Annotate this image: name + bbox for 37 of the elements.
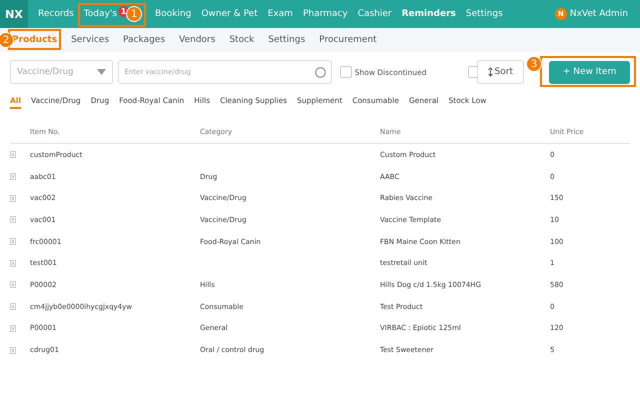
sort-button[interactable]: Sort bbox=[476, 60, 524, 84]
image-placeholder-icon bbox=[10, 216, 16, 224]
image-placeholder-icon bbox=[10, 151, 16, 158]
nav-link[interactable]: Reminders bbox=[402, 9, 456, 19]
image-placeholder-icon bbox=[10, 324, 16, 332]
image-placeholder-icon bbox=[10, 303, 16, 310]
nav-link[interactable]: Cashier bbox=[358, 9, 392, 19]
user-name[interactable]: NxVet Admin bbox=[570, 9, 628, 19]
spinner-icon bbox=[314, 66, 326, 78]
logo[interactable]: NX bbox=[0, 0, 28, 28]
step-marker: 3 bbox=[526, 56, 542, 72]
nav-link[interactable]: Booking bbox=[155, 9, 192, 19]
checkbox[interactable] bbox=[340, 66, 352, 78]
image-placeholder-icon bbox=[10, 173, 16, 180]
image-placeholder-icon bbox=[10, 346, 16, 354]
new-item-button[interactable]: + New Item bbox=[549, 60, 630, 84]
sub-tab[interactable]: Packages bbox=[123, 35, 166, 45]
highlight-frame bbox=[78, 3, 146, 27]
nav-link[interactable]: Today's bbox=[84, 9, 117, 19]
nav-link[interactable]: Exam bbox=[268, 9, 293, 19]
nav-link[interactable]: Pharmacy bbox=[302, 9, 348, 19]
image-placeholder-icon bbox=[10, 194, 16, 202]
sub-tab[interactable]: Vendors bbox=[179, 35, 216, 45]
nav-link[interactable]: Settings bbox=[466, 9, 503, 19]
caret-icon bbox=[97, 69, 106, 75]
type-select[interactable]: Vaccine/Drug bbox=[10, 60, 114, 84]
sub-tab[interactable]: Stock bbox=[229, 35, 254, 45]
image-placeholder-icon bbox=[10, 238, 16, 246]
image-placeholder-icon bbox=[10, 260, 16, 267]
sort-icon bbox=[488, 67, 493, 77]
sub-tab[interactable]: Settings bbox=[268, 35, 306, 45]
sub-tab[interactable]: Services bbox=[71, 35, 110, 45]
nav-link[interactable]: Owner & Pet bbox=[201, 9, 258, 19]
image-placeholder-icon bbox=[10, 281, 16, 288]
sub-tab[interactable]: Procurement bbox=[319, 35, 377, 45]
nav-link[interactable]: Records bbox=[38, 9, 74, 19]
sub-tab[interactable]: Products bbox=[12, 35, 58, 45]
